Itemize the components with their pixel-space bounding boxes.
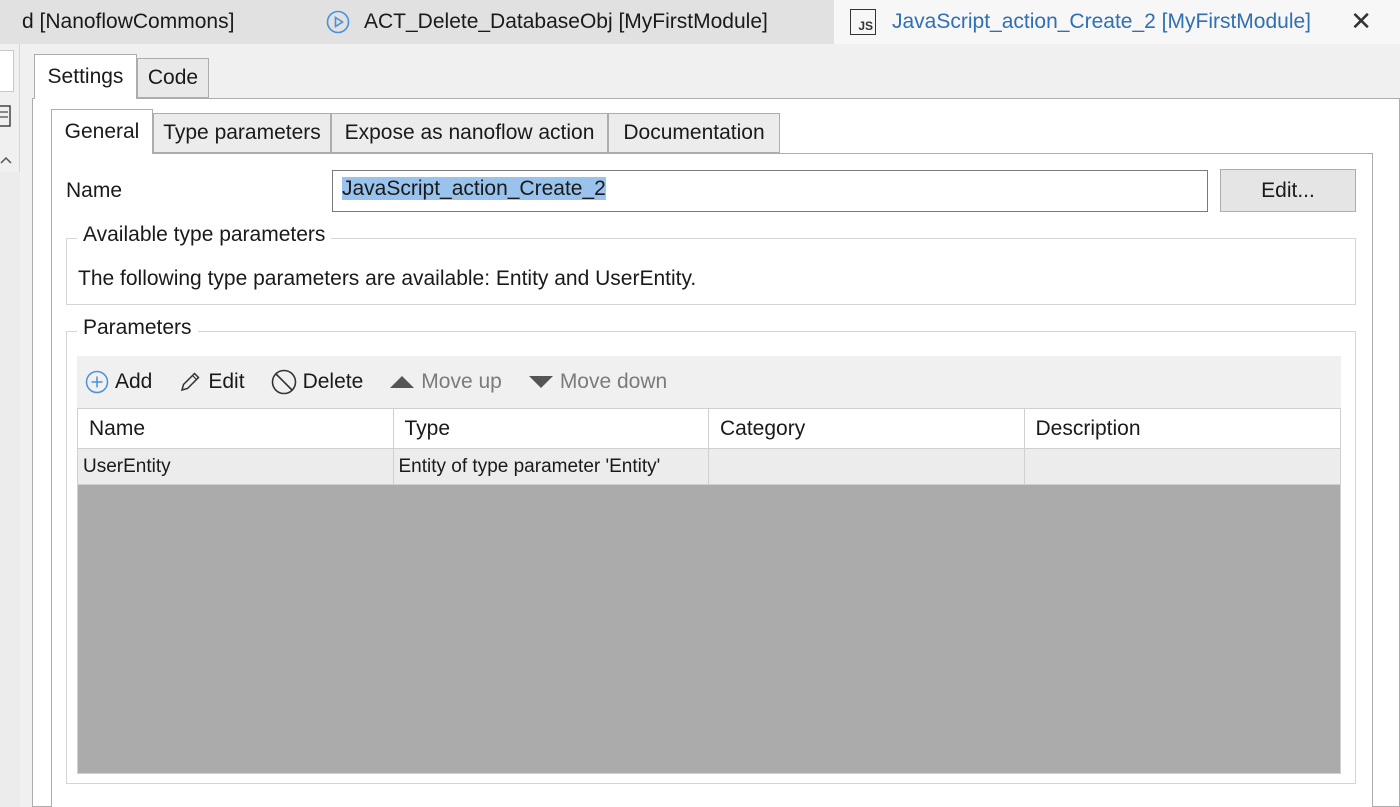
delete-label: Delete [302, 370, 364, 393]
plus-circle-icon [85, 370, 109, 394]
name-label: Name [66, 179, 123, 202]
cell-category [709, 449, 1025, 484]
close-icon[interactable]: ✕ [1350, 6, 1372, 37]
document-icon[interactable] [0, 104, 12, 128]
doc-tab-act-delete[interactable]: ACT_Delete_DatabaseObj [MyFirstModule] [326, 0, 768, 44]
move-down-label: Move down [559, 370, 668, 393]
column-header-category[interactable]: Category [709, 409, 1025, 448]
tab-type-parameters[interactable]: Type parameters [153, 113, 331, 153]
general-panel: Name JavaScript_action_Create_2 Edit... … [51, 153, 1373, 807]
name-field[interactable]: JavaScript_action_Create_2 [332, 170, 1208, 212]
tab-general[interactable]: General [51, 109, 153, 154]
parameters-group: Parameters Add Edit Delete Move up Move … [66, 316, 1356, 784]
play-circle-icon [326, 10, 350, 34]
js-icon: JS [850, 9, 876, 35]
tab-settings[interactable]: Settings [34, 54, 137, 99]
doc-tab-label: JavaScript_action_Create_2 [MyFirstModul… [892, 10, 1312, 33]
edit-button[interactable]: Edit [178, 370, 245, 394]
pencil-icon [181, 372, 200, 392]
parameters-toolbar: Add Edit Delete Move up Move down [77, 356, 1341, 408]
move-up-button[interactable]: Move up [389, 370, 502, 394]
doc-tab-nanoflowcommons[interactable]: d [NanoflowCommons] [22, 0, 234, 44]
column-header-type[interactable]: Type [394, 409, 709, 448]
cell-type: Entity of type parameter 'Entity' [394, 449, 709, 484]
triangle-up-icon [390, 376, 415, 388]
column-header-name[interactable]: Name [78, 409, 394, 448]
group-title: Parameters [77, 316, 198, 340]
left-search-input[interactable] [0, 50, 14, 92]
left-panel-edge [0, 44, 20, 807]
prohibit-icon [271, 369, 296, 395]
doc-tab-javascript-action[interactable]: JS JavaScript_action_Create_2 [MyFirstMo… [834, 0, 1400, 44]
tab-expose-as-nanoflow-action[interactable]: Expose as nanoflow action [331, 113, 608, 153]
cell-description [1025, 449, 1341, 484]
settings-panel: General Type parameters Expose as nanofl… [32, 98, 1400, 807]
column-header-description[interactable]: Description [1025, 409, 1341, 448]
cell-name: UserEntity [78, 449, 394, 484]
table-row[interactable]: UserEntity Entity of type parameter 'Ent… [78, 449, 1340, 485]
add-label: Add [115, 370, 153, 393]
move-up-label: Move up [421, 370, 502, 393]
tab-documentation[interactable]: Documentation [608, 113, 780, 153]
left-scroll-track [0, 172, 20, 807]
triangle-down-icon [528, 376, 553, 388]
move-down-button[interactable]: Move down [528, 370, 667, 394]
group-title: Available type parameters [77, 223, 332, 247]
editor-area: Settings Code General Type parameters Ex… [20, 44, 1400, 807]
doc-tab-label: ACT_Delete_DatabaseObj [MyFirstModule] [364, 10, 768, 33]
parameters-grid: Name Type Category Description UserEntit… [77, 408, 1341, 774]
tab-code[interactable]: Code [137, 58, 209, 98]
grid-header: Name Type Category Description [78, 409, 1340, 449]
doc-tab-label: d [NanoflowCommons] [22, 10, 235, 33]
name-field-value: JavaScript_action_Create_2 [342, 177, 606, 200]
chevron-up-icon[interactable] [0, 154, 14, 166]
type-parameters-text: The following type parameters are availa… [78, 267, 697, 290]
available-type-parameters-group: Available type parameters The following … [66, 223, 1356, 305]
edit-name-button[interactable]: Edit... [1220, 169, 1356, 212]
delete-button[interactable]: Delete [271, 369, 364, 395]
document-tab-strip: d [NanoflowCommons] ACT_Delete_DatabaseO… [0, 0, 1400, 44]
add-button[interactable]: Add [85, 370, 152, 394]
edit-label: Edit [208, 370, 245, 393]
